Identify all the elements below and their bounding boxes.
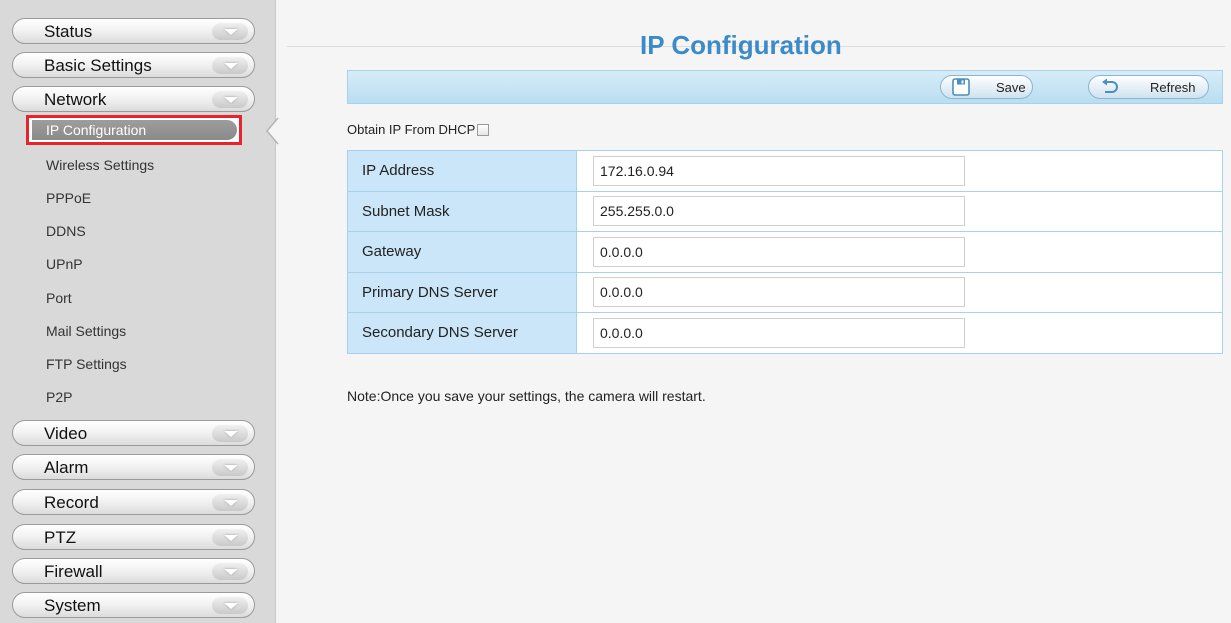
active-item-highlight: IP Configuration xyxy=(26,115,242,145)
menu-basic-settings[interactable]: Basic Settings xyxy=(12,52,255,78)
toolbar: Save Refresh xyxy=(347,70,1223,104)
sidebar-item-mail-settings[interactable]: Mail Settings xyxy=(46,323,126,339)
sidebar-item-ddns[interactable]: DDNS xyxy=(46,223,86,239)
menu-label: Network xyxy=(44,90,107,109)
table-row: IP Address xyxy=(347,150,1223,192)
dhcp-label: Obtain IP From DHCP xyxy=(347,122,476,137)
chevron-down-icon xyxy=(212,91,248,108)
gateway-input[interactable] xyxy=(593,236,965,267)
chevron-down-icon xyxy=(212,57,248,74)
subnet-mask-input[interactable] xyxy=(593,196,965,227)
page-title: IP Configuration xyxy=(640,30,842,60)
chevron-down-icon xyxy=(212,23,248,40)
subnet-mask-label: Subnet Mask xyxy=(347,190,577,232)
chevron-down-icon xyxy=(212,494,248,511)
chevron-down-icon xyxy=(212,563,248,580)
menu-ptz[interactable]: PTZ xyxy=(12,524,255,550)
chevron-down-icon xyxy=(212,529,248,546)
dhcp-checkbox[interactable] xyxy=(477,123,490,136)
menu-label: Basic Settings xyxy=(44,56,152,75)
ip-config-table: IP Address Subnet Mask Gateway Primary D… xyxy=(347,150,1223,354)
primary-dns-input[interactable] xyxy=(593,277,965,308)
sidebar-item-label: IP Configuration xyxy=(46,122,147,138)
menu-record[interactable]: Record xyxy=(12,489,255,515)
menu-label: Firewall xyxy=(44,562,103,581)
sidebar-item-ftp-settings[interactable]: FTP Settings xyxy=(46,356,127,372)
sidebar-item-upnp[interactable]: UPnP xyxy=(46,256,83,272)
ip-address-input[interactable] xyxy=(593,155,965,186)
floppy-disk-icon xyxy=(952,78,970,96)
menu-firewall[interactable]: Firewall xyxy=(12,558,255,584)
menu-network[interactable]: Network xyxy=(12,86,255,112)
menu-label: Video xyxy=(44,424,88,443)
table-row: Gateway xyxy=(347,231,1223,273)
secondary-dns-label: Secondary DNS Server xyxy=(347,312,577,354)
sidebar: Status Basic Settings Network IP Configu… xyxy=(0,0,279,623)
menu-label: Status xyxy=(44,22,93,41)
menu-label: PTZ xyxy=(44,528,77,547)
chevron-down-icon xyxy=(212,597,248,614)
sidebar-item-ip-configuration[interactable]: IP Configuration xyxy=(32,120,237,140)
menu-video[interactable]: Video xyxy=(12,420,255,446)
table-row: Secondary DNS Server xyxy=(347,312,1223,354)
sidebar-item-wireless-settings[interactable]: Wireless Settings xyxy=(46,157,154,173)
chevron-down-icon xyxy=(212,459,248,476)
sidebar-item-pppoe[interactable]: PPPoE xyxy=(46,190,91,206)
sidebar-item-port[interactable]: Port xyxy=(46,290,72,306)
save-label: Save xyxy=(996,80,1026,95)
refresh-arrow-icon xyxy=(1102,78,1118,93)
menu-status[interactable]: Status xyxy=(12,18,255,44)
save-button[interactable]: Save xyxy=(940,75,1033,99)
active-pointer-icon xyxy=(266,117,279,145)
dhcp-row: Obtain IP From DHCP xyxy=(347,122,490,137)
menu-alarm[interactable]: Alarm xyxy=(12,454,255,480)
table-row: Primary DNS Server xyxy=(347,271,1223,313)
chevron-down-icon xyxy=(212,425,248,442)
menu-system[interactable]: System xyxy=(12,592,255,618)
table-row: Subnet Mask xyxy=(347,190,1223,232)
menu-label: Record xyxy=(44,493,99,512)
ip-address-label: IP Address xyxy=(347,150,577,192)
restart-note: Note:Once you save your settings, the ca… xyxy=(347,388,706,404)
menu-label: Alarm xyxy=(44,458,89,477)
primary-dns-label: Primary DNS Server xyxy=(347,271,577,313)
gateway-label: Gateway xyxy=(347,231,577,273)
secondary-dns-input[interactable] xyxy=(593,317,965,348)
sidebar-item-p2p[interactable]: P2P xyxy=(46,389,72,405)
refresh-label: Refresh xyxy=(1150,80,1196,95)
refresh-button[interactable]: Refresh xyxy=(1088,75,1209,99)
menu-label: System xyxy=(44,596,101,615)
